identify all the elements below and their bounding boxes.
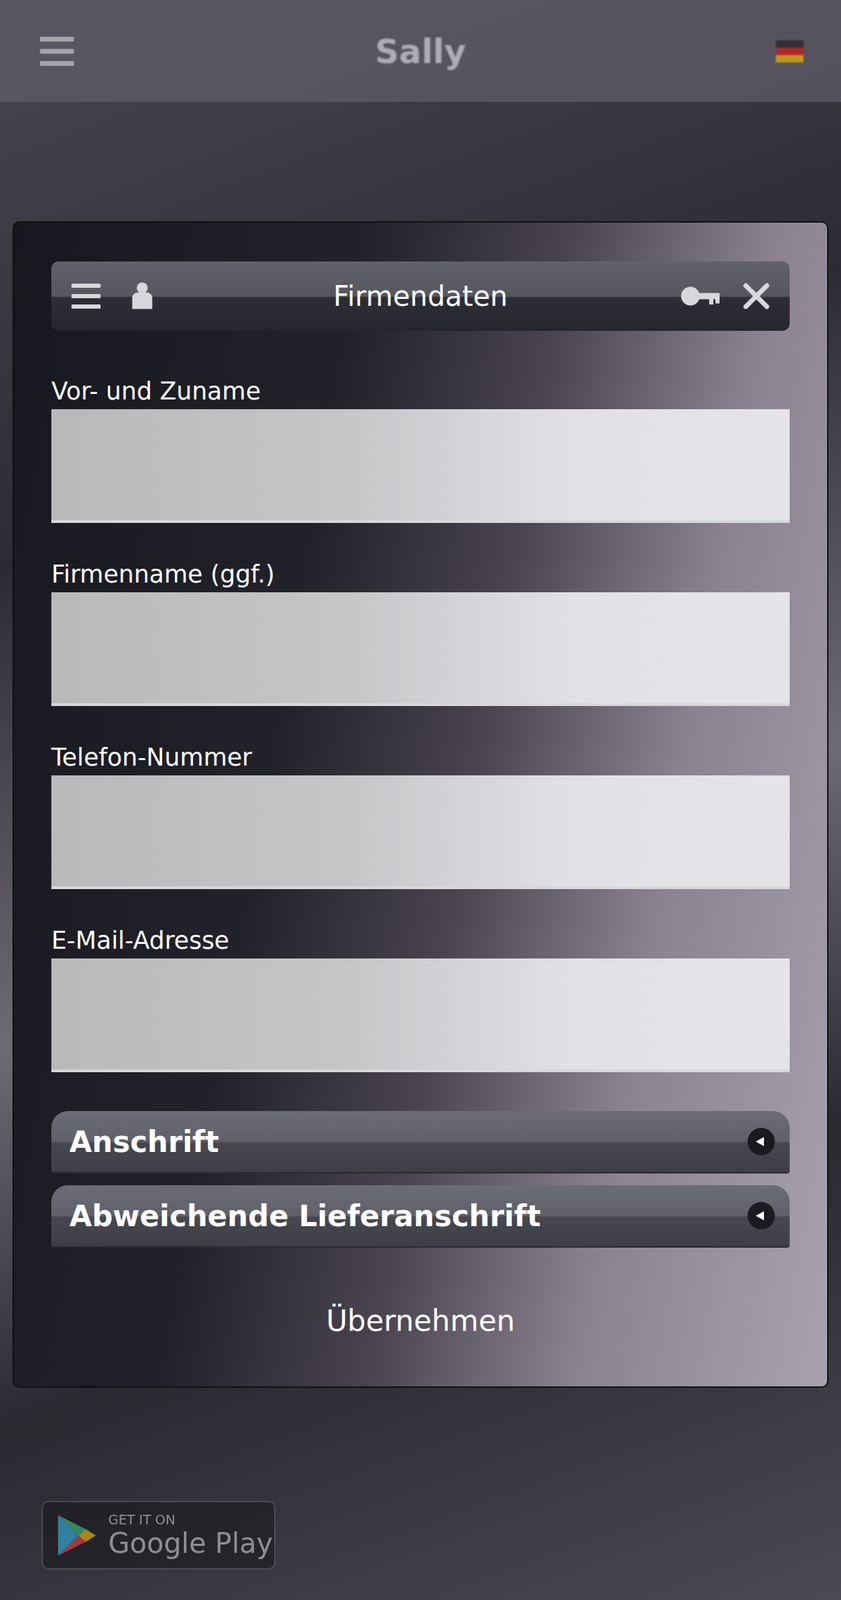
key-icon[interactable]: [680, 283, 722, 309]
person-icon[interactable]: [127, 279, 157, 313]
app-title: Sally: [374, 26, 466, 77]
menu-icon[interactable]: [37, 31, 77, 71]
button-row: Übernehmen: [51, 1291, 790, 1352]
badge-large-text: Google Play: [108, 1530, 273, 1558]
play-icon: [55, 1512, 99, 1560]
field-label: Firmenname (ggf.): [51, 560, 790, 589]
badge-text: GET IT ON Google Play: [108, 1514, 273, 1558]
top-bar: Sally: [0, 0, 841, 103]
section-title: Anschrift: [69, 1120, 220, 1165]
arrow-icon: [746, 1127, 776, 1157]
form-field: Vor- und Zuname: [51, 377, 790, 524]
flag-icon[interactable]: [775, 40, 804, 63]
store-badge[interactable]: GET IT ON Google Play: [41, 1501, 276, 1571]
dialog-header: Firmendaten: [51, 261, 790, 331]
header-left: [69, 279, 327, 313]
accordion-header[interactable]: Anschrift: [51, 1111, 790, 1175]
header-right: [514, 281, 772, 312]
text-input[interactable]: [51, 775, 790, 890]
text-input[interactable]: [51, 958, 790, 1073]
arrow-icon: [746, 1201, 776, 1231]
field-label: Vor- und Zuname: [51, 377, 790, 406]
form-field: Firmenname (ggf.): [51, 560, 790, 707]
field-label: E-Mail-Adresse: [51, 927, 790, 955]
form-field: Telefon-Nummer: [51, 743, 790, 890]
text-input[interactable]: [51, 592, 790, 707]
submit-button[interactable]: Übernehmen: [305, 1291, 536, 1352]
form-field: E-Mail-Adresse: [51, 927, 790, 1073]
sections: Anschrift Abweichende Lieferanschrift: [51, 1111, 790, 1249]
accordion-header[interactable]: Abweichende Lieferanschrift: [51, 1185, 790, 1249]
badge-small-text: GET IT ON: [108, 1514, 273, 1528]
dialog-title: Firmendaten: [326, 275, 515, 318]
menu-icon[interactable]: [69, 279, 103, 313]
form-fields: Vor- und Zuname Firmenname (ggf.) Telefon-…: [51, 377, 790, 1073]
company-data-dialog: Firmendaten Vor- und Zuname Firmenname (gg…: [12, 221, 829, 1389]
close-icon[interactable]: [741, 281, 772, 312]
section-title: Abweichende Lieferanschrift: [69, 1194, 541, 1239]
field-label: Telefon-Nummer: [51, 743, 790, 772]
text-input[interactable]: [51, 409, 790, 524]
